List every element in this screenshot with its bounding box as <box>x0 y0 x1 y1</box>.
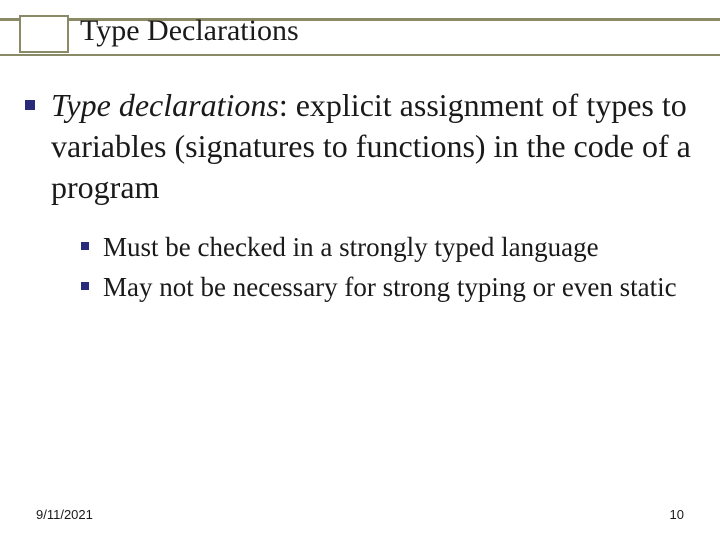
title-rule-bottom <box>0 54 720 57</box>
main-bullet-text: Type declarations: explicit assignment o… <box>51 85 695 208</box>
square-bullet-icon <box>81 282 89 290</box>
slide-content: Type declarations: explicit assignment o… <box>25 85 695 311</box>
sub-bullet-text: Must be checked in a strongly typed lang… <box>103 230 599 265</box>
term-italic: Type declarations <box>51 87 279 123</box>
sub-bullet-item: May not be necessary for strong typing o… <box>81 270 695 305</box>
footer-page-number: 10 <box>670 507 684 522</box>
slide-title: Type Declarations <box>80 14 299 48</box>
sub-bullet-item: Must be checked in a strongly typed lang… <box>81 230 695 265</box>
main-bullet-item: Type declarations: explicit assignment o… <box>25 85 695 208</box>
square-bullet-icon <box>81 242 89 250</box>
footer-date: 9/11/2021 <box>36 507 93 522</box>
square-bullet-icon <box>25 100 35 110</box>
title-box-icon <box>19 15 69 53</box>
title-bar: Type Declarations <box>0 8 720 60</box>
sub-bullet-list: Must be checked in a strongly typed lang… <box>81 230 695 305</box>
sub-bullet-text: May not be necessary for strong typing o… <box>103 270 677 305</box>
